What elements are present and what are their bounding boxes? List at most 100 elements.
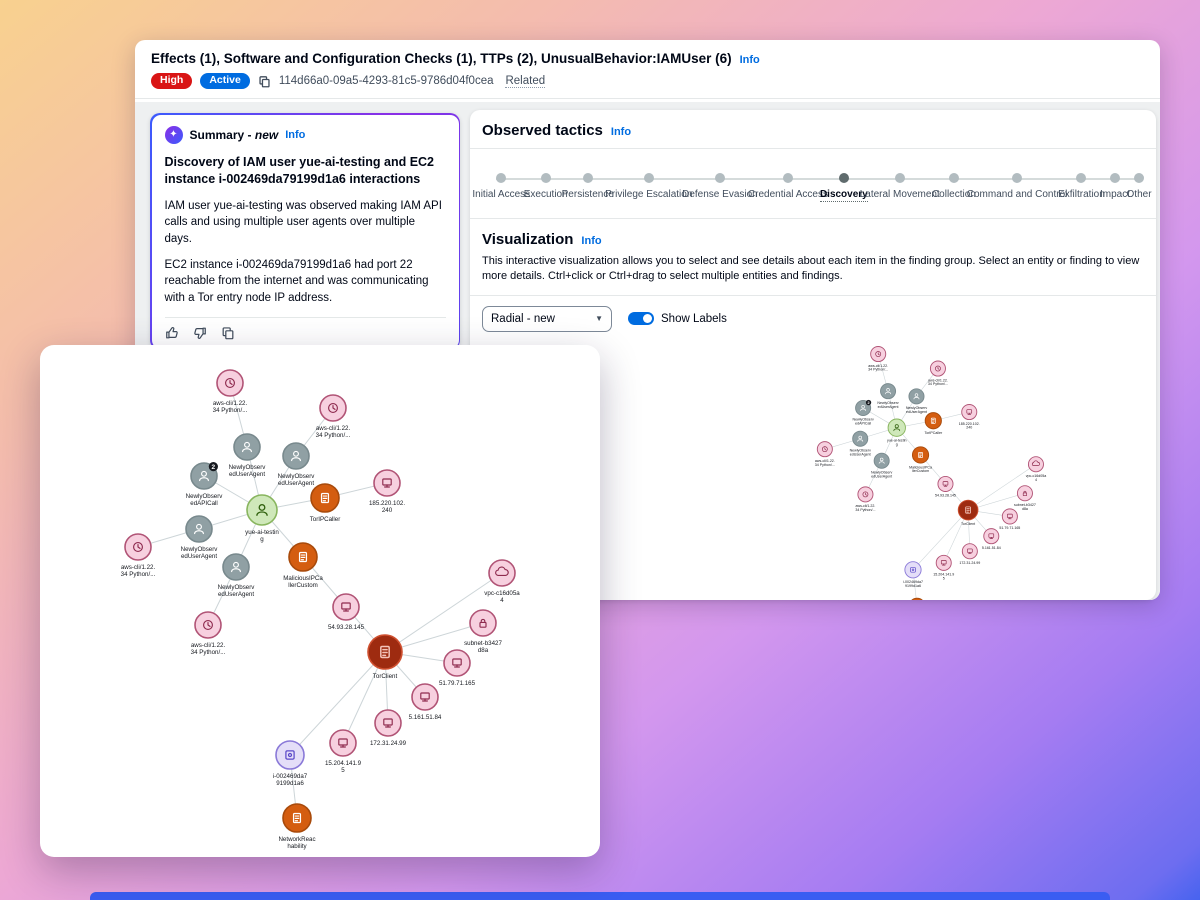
graph-node-ip172[interactable]: 172.31.24.99	[959, 543, 980, 564]
graph-node-grayC[interactable]: NewlyObservedUserAgent	[181, 516, 219, 560]
graph-node-ip54[interactable]: 54.93.28.145	[328, 594, 365, 631]
graph-node-green[interactable]: yue-ai-testing	[245, 495, 279, 543]
tactics-timeline: Initial AccessExecutionPersistencePrivil…	[470, 149, 1156, 218]
title-info-link[interactable]: Info	[740, 54, 760, 66]
graph-node-label: aws-cli/1.22.34 Python/...	[213, 400, 248, 414]
thumbs-down-button[interactable]	[193, 326, 207, 340]
tactic-label: Lateral Movement	[860, 189, 940, 200]
graph-node-grayB[interactable]: NewlyObservedUserAgent	[906, 389, 927, 414]
graph-node-ua1[interactable]: aws-cli/1.22.34 Python/...	[213, 370, 248, 414]
copy-id-button[interactable]	[258, 75, 271, 88]
graph-node-grayD[interactable]: NewlyObservedUserAgent	[871, 453, 892, 478]
related-link[interactable]: Related	[505, 75, 545, 88]
copy-summary-button[interactable]	[221, 326, 235, 340]
graph-node-ip51[interactable]: 51.79.71.165	[999, 509, 1020, 530]
graph-node-ip51[interactable]: 51.79.71.165	[439, 650, 476, 687]
tactic-dot	[895, 173, 905, 183]
tactics-info-link[interactable]: Info	[611, 126, 631, 138]
graph-node-ip15[interactable]: 15.204.141.95	[933, 555, 954, 580]
tactic-label: Impact	[1100, 189, 1130, 200]
show-labels-control: Show Labels	[628, 312, 727, 325]
graph-node-label: aws-cli/1.22.34 Python/...	[868, 364, 888, 372]
graph-node-ua3[interactable]: aws-cli/1.22.34 Python/...	[815, 441, 835, 466]
tactic-dot	[583, 173, 593, 183]
graph-node-label: NewlyObservedUserAgent	[877, 401, 898, 409]
graph-node-label: vpc-c16d05a4	[484, 590, 520, 604]
finding-graph-large[interactable]: aws-cli/1.22.34 Python/... aws-cli/1.22.3…	[40, 345, 600, 857]
tactic-persistence: Persistence	[565, 173, 611, 202]
graph-node-instance[interactable]: i-002469da79199d1a6	[903, 561, 923, 587]
graph-node-ua4[interactable]: aws-cli/1.22.34 Python/...	[191, 612, 226, 656]
visualization-header: Visualization Info This interactive visu…	[470, 219, 1156, 285]
summary-info-link[interactable]: Info	[285, 129, 305, 141]
tactic-label: Exfiltration	[1058, 189, 1105, 200]
count-badge-value: 2	[867, 401, 869, 405]
graph-node-ip172[interactable]: 172.31.24.99	[370, 710, 407, 747]
tactic-command-and-control: Command and Control	[973, 173, 1061, 202]
summary-divider	[165, 317, 446, 318]
graph-node-label: 172.31.24.99	[959, 561, 980, 565]
graph-node-label: 15.204.141.95	[933, 572, 954, 580]
count-badge-value: 2	[212, 464, 216, 471]
graph-node-ua2[interactable]: aws-cli/1.22.34 Python/...	[316, 395, 351, 439]
graph-node-ip5161[interactable]: 5.161.51.84	[982, 528, 1001, 549]
graph-node-grayA[interactable]: NewlyObservedUserAgent	[229, 434, 267, 478]
graph-node-green[interactable]: yue-ai-testing	[887, 419, 907, 447]
copy-icon	[221, 326, 235, 340]
graph-node-grayD[interactable]: NewlyObservedUserAgent	[218, 554, 256, 598]
graph-node-malicious[interactable]: MaliciousIPCallerCustom	[909, 447, 932, 473]
graph-node-label: aws-cli/1.22.34 Python/...	[928, 378, 948, 386]
graph-node-label: vpc-c16d05a4	[1026, 474, 1047, 482]
graph-node-label: aws-cli/1.22.34 Python/...	[191, 642, 226, 656]
visualization-title: Visualization	[482, 231, 573, 248]
tactic-dot	[715, 173, 725, 183]
graph-node-label: MaliciousIPCallerCustom	[283, 575, 323, 589]
graph-node-torclient[interactable]: TorClient	[368, 635, 402, 680]
graph-node-netreach[interactable]: NetworkReachability	[278, 804, 315, 850]
graph-node-label: NewlyObservedUserAgent	[278, 473, 316, 487]
summary-paragraph-1: IAM user yue-ai-testing was observed mak…	[165, 198, 446, 248]
graph-node-ip185[interactable]: 185.220.102.240	[959, 404, 980, 429]
thumbs-up-button[interactable]	[165, 326, 179, 340]
graph-node-label: 185.220.102.240	[369, 500, 405, 514]
graph-node-torip[interactable]: TorIPCaller	[924, 412, 943, 434]
tactic-initial-access: Initial Access	[476, 173, 527, 202]
graph-node-subnet[interactable]: subnet-b3427d8a	[464, 610, 502, 654]
graph-node-netreach[interactable]: NetworkReachability	[906, 598, 928, 600]
graph-node-label: 54.93.28.145	[328, 624, 365, 631]
graph-node-instance[interactable]: i-002469da79199d1a6	[273, 741, 308, 787]
graph-node-grayC[interactable]: NewlyObservedUserAgent	[850, 431, 871, 456]
visualization-info-link[interactable]: Info	[581, 235, 601, 247]
chevron-down-icon: ▼	[595, 314, 603, 323]
summary-card: ✦ Summary - new Info Discovery of IAM us…	[152, 115, 459, 349]
tactic-credential-access: Credential Access	[753, 173, 823, 202]
tactic-dot	[496, 173, 506, 183]
layout-select[interactable]: Radial - new ▼	[482, 306, 612, 332]
tactic-dot	[1134, 173, 1144, 183]
graph-node-torclient[interactable]: TorClient	[958, 500, 978, 526]
graph-node-malicious[interactable]: MaliciousIPCallerCustom	[283, 543, 323, 589]
summary-feedback-row	[165, 326, 446, 340]
graph-node-ua2[interactable]: aws-cli/1.22.34 Python/...	[928, 361, 948, 386]
graph-node-ip54[interactable]: 54.93.28.145	[935, 476, 956, 497]
summary-title: Summary - new	[190, 128, 279, 142]
graph-node-ua3[interactable]: aws-cli/1.22.34 Python/...	[121, 534, 156, 578]
tactic-lateral-movement: Lateral Movement	[865, 173, 935, 202]
graph-node-ua1[interactable]: aws-cli/1.22.34 Python/...	[868, 346, 888, 371]
graph-node-label: TorClient	[373, 673, 398, 680]
graph-node-ip5161[interactable]: 5.161.51.84	[409, 684, 442, 721]
graph-node-grayB[interactable]: NewlyObservedUserAgent	[278, 443, 316, 487]
graph-node-label: aws-cli/1.22.34 Python/...	[121, 564, 156, 578]
graph-node-ip185[interactable]: 185.220.102.240	[369, 470, 405, 514]
show-labels-label: Show Labels	[661, 313, 727, 325]
graph-node-ip15[interactable]: 15.204.141.95	[325, 730, 362, 774]
title-row: Effects (1), Software and Configuration …	[151, 51, 1144, 66]
graph-node-torip[interactable]: TorIPCaller	[310, 484, 341, 523]
background-window-edge	[90, 892, 1110, 900]
visualization-controls: Radial - new ▼ Show Labels	[470, 295, 1156, 336]
graph-node-ua4[interactable]: aws-cli/1.22.34 Python/...	[855, 487, 875, 512]
graph-node-grayA[interactable]: NewlyObservedUserAgent	[877, 383, 898, 408]
graph-node-subnet[interactable]: subnet-b3427d8a	[1014, 485, 1036, 510]
graph-node-label: 51.79.71.165	[999, 526, 1020, 530]
show-labels-toggle[interactable]	[628, 312, 654, 325]
